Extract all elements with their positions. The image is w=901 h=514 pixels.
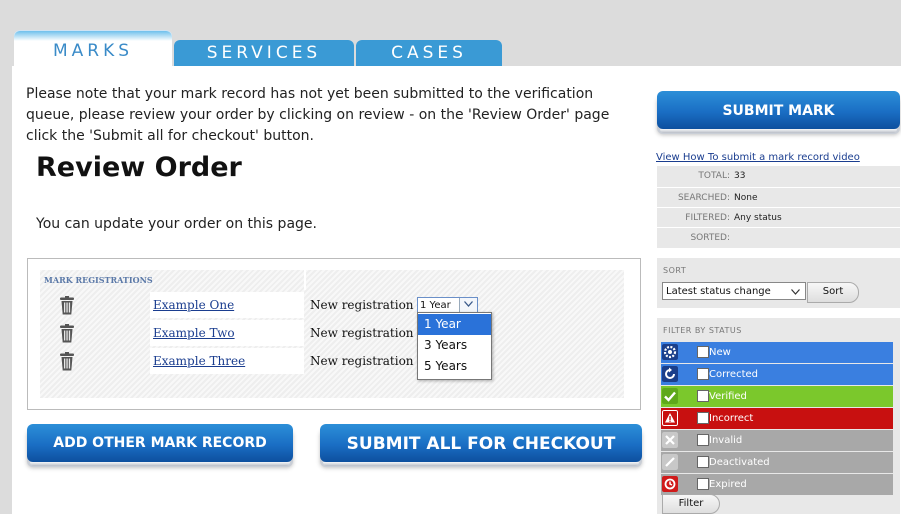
slash-icon	[662, 454, 678, 470]
sort-panel: SORT Latest status change Sort	[657, 258, 900, 308]
stat-searched-label: SEARCHED:	[677, 193, 730, 203]
filter-row-new[interactable]: New	[661, 342, 893, 363]
filter-panel: FILTER BY STATUS New Corrected Verified …	[657, 318, 900, 514]
filter-row-corrected[interactable]: Corrected	[661, 364, 893, 385]
term-select[interactable]: 1 Year	[417, 297, 478, 313]
clock-icon	[662, 476, 678, 492]
trash-cell	[40, 348, 148, 374]
filter-label-expired: Expired	[709, 479, 747, 490]
table-row: Example One New registration for 1 Year	[40, 292, 624, 318]
filter-label-new: New	[709, 347, 731, 358]
term-select-arrow[interactable]	[459, 298, 477, 312]
registrations-table: MARK REGISTRATIONS Example One New regis…	[40, 270, 624, 398]
filter-checkbox-deactivated[interactable]	[697, 456, 709, 468]
sort-label: SORT	[663, 266, 687, 275]
submit-all-for-checkout-button[interactable]: SUBMIT ALL FOR CHECKOUT	[320, 424, 642, 466]
filter-label-invalid: Invalid	[709, 435, 743, 446]
howto-video-link[interactable]: View How To submit a mark record video	[656, 152, 860, 163]
filter-checkbox-incorrect[interactable]	[697, 412, 709, 424]
stat-searched-value: None	[734, 193, 758, 203]
filter-checkbox-expired[interactable]	[697, 478, 709, 490]
stat-total-label: TOTAL:	[698, 171, 730, 181]
header-divider	[304, 270, 306, 290]
name-cell: Example Two	[150, 320, 304, 346]
sort-button[interactable]: Sort	[807, 282, 859, 303]
update-text: You can update your order on this page.	[36, 216, 317, 232]
chevron-down-icon	[464, 301, 473, 307]
filter-label-verified: Verified	[709, 391, 747, 402]
filter-row-deactivated[interactable]: Deactivated	[661, 452, 893, 473]
filter-button[interactable]: Filter	[662, 494, 720, 514]
filter-row-incorrect[interactable]: Incorrect	[661, 408, 893, 429]
tab-services[interactable]: SERVICES	[174, 40, 354, 66]
tab-cases[interactable]: CASES	[356, 40, 502, 66]
submit-mark-button[interactable]: SUBMIT MARK	[657, 91, 900, 133]
trash-cell	[40, 320, 148, 346]
stat-filtered-label: FILTERED:	[685, 213, 730, 223]
gear-icon	[662, 344, 678, 360]
name-cell: Example One	[150, 292, 304, 318]
filter-row-invalid[interactable]: Invalid	[661, 430, 893, 451]
filter-checkbox-verified[interactable]	[697, 390, 709, 402]
filter-label-incorrect: Incorrect	[709, 413, 754, 424]
term-dropdown-list: 1 Year 3 Years 5 Years	[417, 312, 492, 380]
tab-cases-label: CASES	[391, 43, 467, 63]
sort-select-value: Latest status change	[666, 286, 771, 297]
filter-label: FILTER BY STATUS	[663, 326, 742, 335]
filter-label-deactivated: Deactivated	[709, 457, 770, 468]
mark-link-example-two[interactable]: Example Two	[153, 326, 235, 340]
filter-row-expired[interactable]: Expired	[661, 474, 893, 495]
tab-marks[interactable]: MARKS	[14, 30, 172, 67]
mark-link-example-one[interactable]: Example One	[153, 298, 234, 312]
trash-icon[interactable]	[59, 352, 75, 371]
notice-text: Please note that your mark record has no…	[26, 86, 610, 144]
tab-services-label: SERVICES	[206, 43, 322, 63]
filter-label-corrected: Corrected	[709, 369, 758, 380]
filter-checkbox-invalid[interactable]	[697, 434, 709, 446]
table-row: Example Three New registration for	[40, 348, 624, 374]
stat-sorted-label: SORTED:	[690, 233, 730, 243]
name-cell: Example Three	[150, 348, 304, 374]
stat-searched: SEARCHED: None	[657, 187, 900, 208]
table-row: Example Two New registration for	[40, 320, 624, 346]
warning-icon	[662, 410, 678, 426]
filter-checkbox-new[interactable]	[697, 346, 709, 358]
refresh-icon	[662, 366, 678, 382]
add-other-mark-record-button[interactable]: ADD OTHER MARK RECORD	[27, 424, 293, 466]
stat-filtered: FILTERED: Any status	[657, 207, 900, 228]
filter-row-verified[interactable]: Verified	[661, 386, 893, 407]
dropdown-option-3-years[interactable]: 3 Years	[418, 335, 491, 356]
page: MARKS SERVICES CASES Please note that yo…	[0, 0, 901, 514]
trash-cell	[40, 292, 148, 318]
trash-icon[interactable]	[59, 296, 75, 315]
stats-panel: TOTAL: 33 SEARCHED: None FILTERED: Any s…	[657, 166, 900, 248]
chevron-down-icon	[791, 289, 800, 295]
page-title: Review Order	[36, 152, 242, 183]
registrations-panel: MARK REGISTRATIONS Example One New regis…	[27, 258, 641, 410]
registrations-header: MARK REGISTRATIONS	[40, 270, 624, 290]
dropdown-option-5-years[interactable]: 5 Years	[418, 356, 491, 377]
stat-total: TOTAL: 33	[657, 166, 900, 186]
stat-total-value: 33	[734, 171, 746, 181]
mark-link-example-three[interactable]: Example Three	[153, 354, 245, 368]
stat-filtered-value: Any status	[734, 213, 782, 223]
stat-sorted: SORTED:	[657, 227, 900, 248]
trash-icon[interactable]	[59, 324, 75, 343]
dropdown-option-1-year[interactable]: 1 Year	[418, 314, 491, 335]
tab-marks-label: MARKS	[52, 41, 134, 61]
x-icon	[662, 432, 678, 448]
registrations-header-label: MARK REGISTRATIONS	[44, 275, 153, 285]
check-icon	[662, 388, 678, 404]
term-select-value: 1 Year	[420, 300, 451, 311]
filter-checkbox-corrected[interactable]	[697, 368, 709, 380]
sort-select[interactable]: Latest status change	[662, 282, 806, 300]
